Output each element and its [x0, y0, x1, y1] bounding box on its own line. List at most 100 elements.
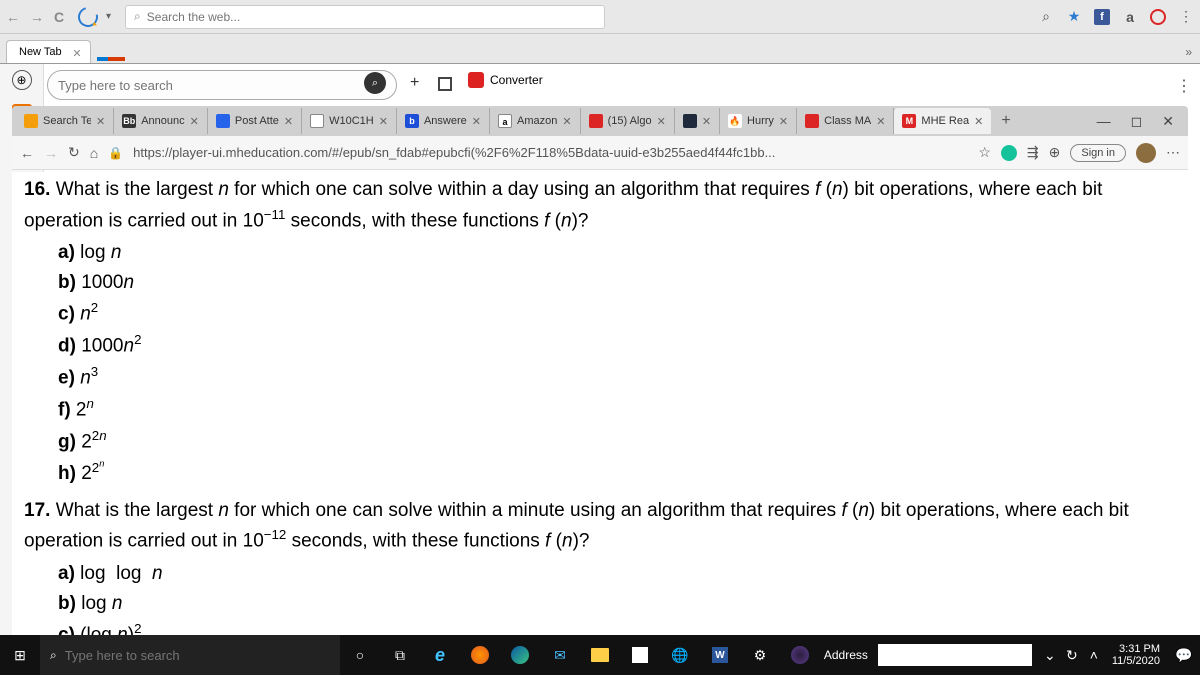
search-icon[interactable]: ⌕	[1038, 8, 1054, 25]
store-icon[interactable]	[620, 635, 660, 675]
edge-tab[interactable]: Class MA ✕	[797, 108, 894, 134]
tab-label: Post Atte	[235, 115, 279, 127]
close-button[interactable]: ✕	[1152, 113, 1184, 130]
star-icon[interactable]: ★	[1066, 8, 1082, 25]
taskbar-search-input[interactable]	[65, 648, 328, 663]
reload-icon[interactable]: C	[54, 9, 70, 25]
close-icon[interactable]: ✕	[472, 115, 481, 128]
close-icon[interactable]: ✕	[779, 115, 788, 128]
tab-label: Class MA	[824, 115, 871, 127]
minimize-button[interactable]: —	[1087, 113, 1121, 129]
tray-up-icon[interactable]: ˄	[1084, 635, 1104, 675]
edge-tab[interactable]: aAmazon✕	[490, 108, 581, 134]
page-search[interactable]: ⌕	[47, 70, 397, 100]
close-icon[interactable]: ✕	[379, 115, 388, 128]
close-icon[interactable]: ✕	[72, 47, 81, 60]
clock[interactable]: 3:31 PM 11/5/2020	[1104, 643, 1168, 667]
edge-tab[interactable]: bAnswere✕	[397, 108, 490, 134]
signin-button[interactable]: Sign in	[1070, 144, 1126, 162]
tab-favicon	[589, 114, 603, 128]
firefox-icon[interactable]	[460, 635, 500, 675]
mail-icon[interactable]: ✉	[540, 635, 580, 675]
close-icon[interactable]: ✕	[702, 115, 711, 128]
facebook-icon[interactable]: f	[1094, 9, 1110, 25]
explorer-icon[interactable]	[580, 635, 620, 675]
q17-num: 17.	[24, 500, 50, 521]
forward-icon[interactable]: →	[30, 9, 46, 25]
home-icon[interactable]: ⌂	[90, 145, 98, 161]
chevron-down-icon[interactable]: ⌄	[1040, 635, 1060, 675]
page-content: 16. What is the largest n for which one …	[12, 172, 1188, 635]
menu-icon[interactable]: ⋮	[1178, 8, 1194, 25]
tab-label: Hurry	[747, 115, 774, 127]
close-icon[interactable]: ✕	[974, 115, 983, 128]
edge-tab[interactable]: ✕	[675, 108, 720, 134]
close-icon[interactable]: ✕	[190, 115, 199, 128]
tab-favicon	[310, 114, 324, 128]
page-search-input[interactable]	[58, 78, 364, 93]
search-icon: ⌕	[134, 9, 141, 24]
settings-icon[interactable]: ⚙	[740, 635, 780, 675]
word-icon[interactable]: W	[700, 635, 740, 675]
close-icon[interactable]: ✕	[96, 115, 105, 128]
collections-icon[interactable]: ⊕	[1049, 144, 1061, 161]
address-input[interactable]	[878, 644, 1032, 666]
refresh-icon[interactable]: ↻	[68, 144, 80, 161]
avatar[interactable]	[1136, 143, 1156, 163]
edge-icon[interactable]	[500, 635, 540, 675]
edge-tab[interactable]: (15) Algo ✕	[581, 108, 675, 134]
reading-icon[interactable]: ⇶	[1027, 144, 1039, 161]
new-tab-button[interactable]: +	[991, 112, 1020, 130]
tab-label: MHE Rea	[921, 115, 969, 127]
plus-icon[interactable]: +	[410, 74, 419, 92]
close-icon[interactable]: ✕	[284, 115, 293, 128]
more-icon[interactable]: ⋮	[1176, 76, 1192, 96]
outer-search[interactable]: ⌕	[125, 5, 605, 29]
grammarly-icon[interactable]	[1001, 145, 1017, 161]
back-icon[interactable]: ←	[6, 9, 22, 25]
forward-icon[interactable]: →	[44, 145, 58, 161]
eclipse-icon[interactable]	[780, 635, 820, 675]
taskview-icon[interactable]: ⧉	[380, 635, 420, 675]
back-icon[interactable]: ←	[20, 145, 34, 161]
start-button[interactable]: ⊞	[0, 635, 40, 675]
tab-favicon	[683, 114, 697, 128]
notifications-icon[interactable]: 💬	[1168, 635, 1200, 675]
edge-tab-strip: Search Te✕BbAnnounc✕Post Atte✕W10C1H✕bAn…	[12, 106, 1188, 136]
url-text[interactable]: https://player-ui.mheducation.com/#/epub…	[133, 145, 968, 160]
tab-favicon: Bb	[122, 114, 136, 128]
close-icon[interactable]: ✕	[562, 115, 571, 128]
search-icon[interactable]: ⌕	[364, 72, 386, 94]
globe-icon[interactable]: 🌐	[660, 635, 700, 675]
outer-search-input[interactable]	[147, 10, 596, 24]
tab-favicon	[805, 114, 819, 128]
tab-favicon: b	[405, 114, 419, 128]
tab-label: (15) Algo	[608, 115, 652, 127]
tab-label: Announc	[141, 115, 184, 127]
refresh-tray-icon[interactable]: ↻	[1060, 635, 1084, 675]
edge-tab[interactable]: 🔥Hurry✕	[720, 108, 797, 134]
edge-tab[interactable]: W10C1H✕	[302, 108, 397, 134]
cortana-icon[interactable]: ○	[340, 635, 380, 675]
maximize-button[interactable]: ◻	[1121, 113, 1153, 130]
taskbar-search[interactable]: ⌕	[40, 635, 340, 675]
outer-tab[interactable]: New Tab ✕	[6, 40, 91, 63]
close-icon[interactable]: ✕	[657, 115, 666, 128]
edge-tab[interactable]: Search Te✕	[16, 108, 114, 134]
search-icon: ⌕	[50, 648, 57, 663]
edge-legacy-icon[interactable]: e	[420, 635, 460, 675]
favorite-icon[interactable]: ☆	[978, 144, 991, 161]
close-icon[interactable]: ✕	[876, 115, 885, 128]
edge-tab[interactable]: Bb Announc ✕	[114, 108, 208, 134]
square-icon[interactable]	[438, 77, 452, 91]
menu-icon[interactable]: ⋯	[1166, 144, 1180, 161]
opera-icon[interactable]	[1150, 9, 1166, 25]
globe-icon[interactable]: ⊕	[12, 70, 32, 90]
edge-tab[interactable]: MMHE Rea✕	[894, 108, 991, 134]
amazon-icon[interactable]: a	[1122, 9, 1138, 25]
edge-tab[interactable]: Post Atte ✕	[208, 108, 302, 134]
ie-icon: ▸	[74, 3, 101, 30]
converter-button[interactable]: Converter	[468, 72, 543, 88]
address-label: Address	[824, 648, 870, 662]
chevrons-icon[interactable]: »	[1185, 45, 1192, 59]
